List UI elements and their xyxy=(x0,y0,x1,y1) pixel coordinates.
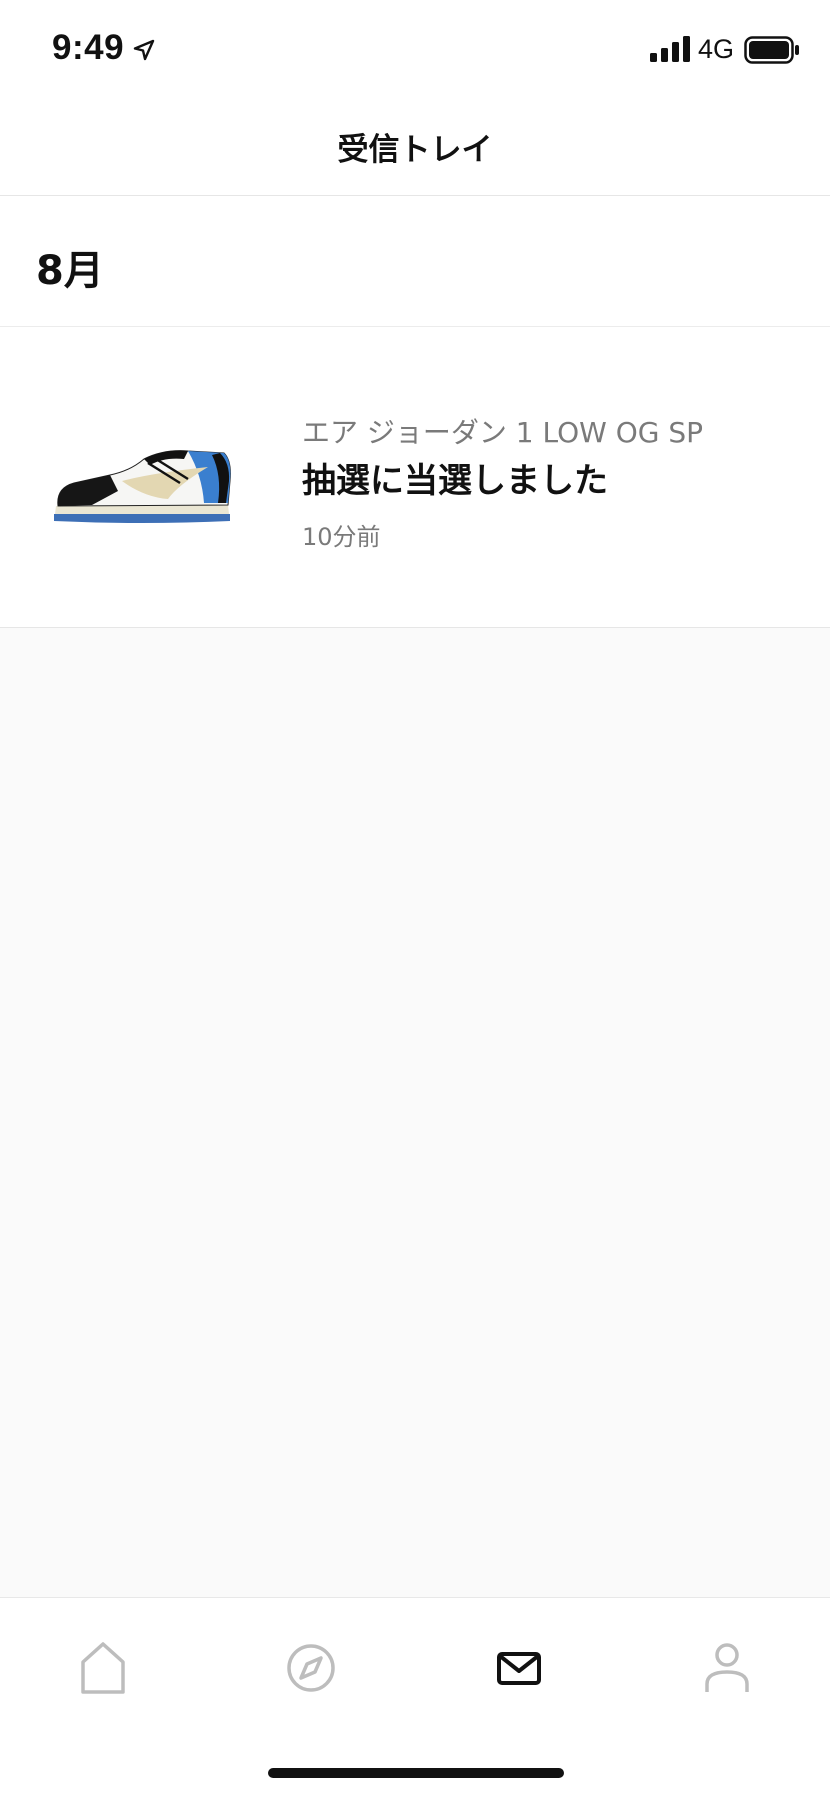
product-name: エア ジョーダン 1 LOW OG SP xyxy=(302,416,704,449)
tab-inbox[interactable] xyxy=(489,1638,549,1698)
notification-time: 10分前 xyxy=(302,523,381,551)
envelope-icon xyxy=(497,1652,541,1685)
section-title: 8月 xyxy=(36,248,104,294)
tab-profile[interactable] xyxy=(697,1638,757,1698)
network-label: 4G xyxy=(698,34,735,64)
status-time: 9:49 xyxy=(52,28,125,67)
home-icon xyxy=(81,1642,125,1694)
home-indicator[interactable] xyxy=(268,1768,564,1778)
section-header: 8月 xyxy=(0,196,830,327)
inbox-item[interactable]: エア ジョーダン 1 LOW OG SP 抽選に当選しました 10分前 xyxy=(0,327,830,628)
compass-icon xyxy=(287,1644,335,1692)
header: 受信トレイ xyxy=(0,100,830,196)
person-icon xyxy=(705,1643,749,1692)
location-arrow-icon xyxy=(133,39,155,61)
sneaker-thumbnail xyxy=(54,450,231,523)
signal-icon xyxy=(650,36,690,62)
tab-home[interactable] xyxy=(73,1638,133,1698)
battery-icon xyxy=(744,36,799,64)
notification-message: 抽選に当選しました xyxy=(302,461,608,501)
status-bar: 9:49 4G xyxy=(0,0,830,100)
tab-discover[interactable] xyxy=(281,1638,341,1698)
page-title: 受信トレイ xyxy=(337,132,493,168)
